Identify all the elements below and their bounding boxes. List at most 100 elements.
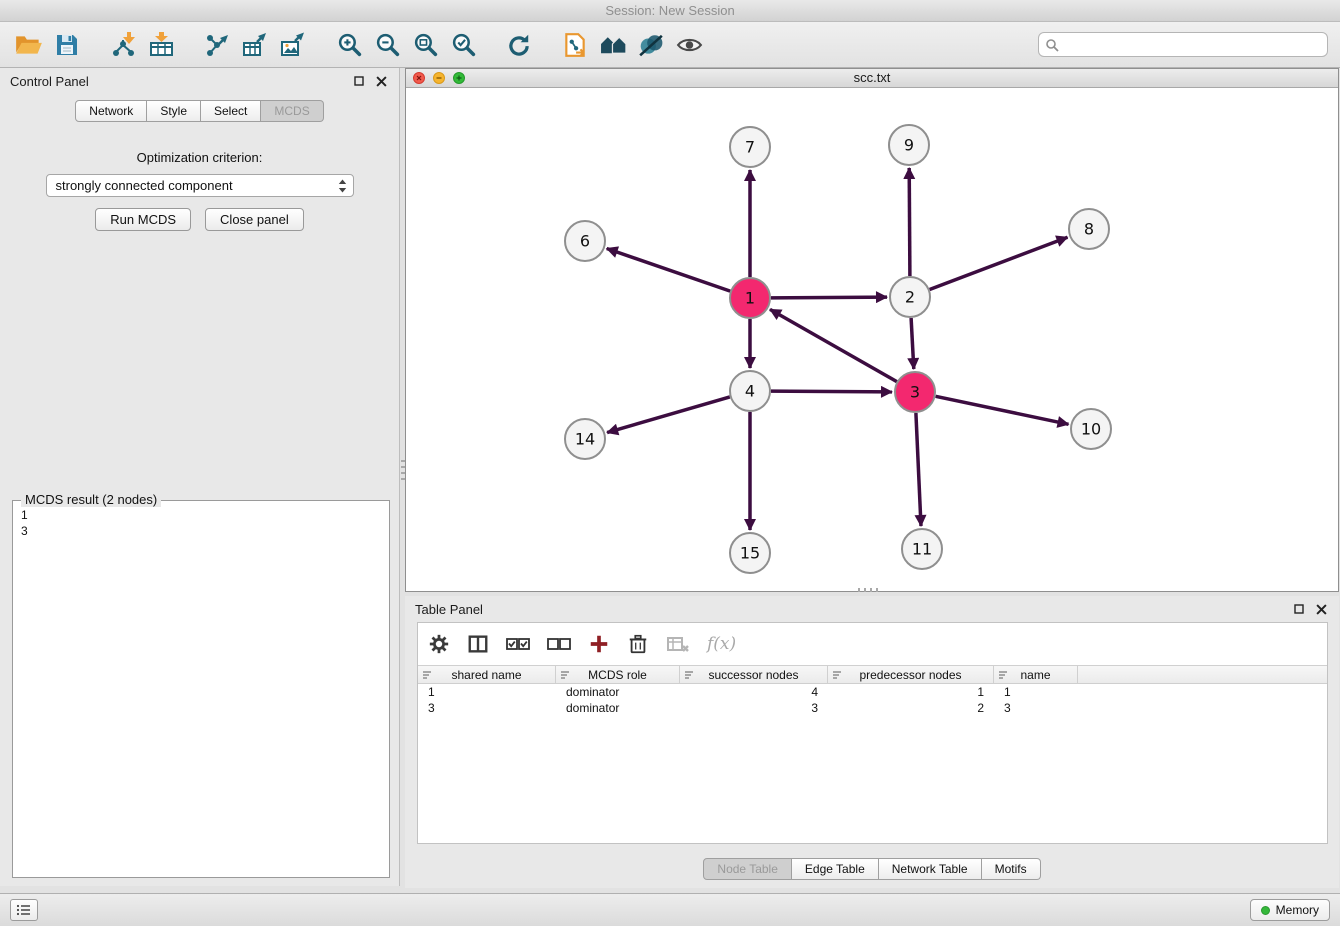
table-cell: 3	[680, 700, 828, 716]
delete-column-button[interactable]	[627, 633, 649, 655]
run-mcds-button[interactable]: Run MCDS	[95, 208, 191, 231]
tab-network-table[interactable]: Network Table	[879, 858, 982, 880]
close-panel-button-cp[interactable]: Close panel	[205, 208, 304, 231]
float-table-panel-button[interactable]	[1291, 601, 1307, 617]
column-header-name[interactable]: name	[994, 666, 1078, 683]
tab-select[interactable]: Select	[201, 100, 261, 122]
list-icon	[16, 903, 32, 917]
close-table-panel-button[interactable]	[1313, 601, 1329, 617]
control-panel: Control Panel NetworkStyleSelectMCDS Opt…	[0, 68, 400, 886]
vertical-splitter-handle[interactable]	[401, 460, 405, 480]
network-view-window: scc.txt 7968124314101511	[405, 68, 1339, 592]
node-label-15: 15	[740, 544, 760, 563]
main-toolbar	[0, 22, 1340, 68]
network-window-titlebar[interactable]: scc.txt	[406, 69, 1338, 88]
tab-motifs[interactable]: Motifs	[982, 858, 1041, 880]
tab-mcds[interactable]: MCDS	[261, 100, 323, 122]
add-column-button[interactable]	[588, 633, 610, 655]
horizontal-splitter-handle[interactable]	[858, 588, 878, 592]
mcds-result-line: 3	[21, 523, 381, 539]
table-tabs: Node TableEdge TableNetwork TableMotifs	[405, 858, 1339, 880]
edge-1-2[interactable]	[771, 297, 887, 298]
task-history-button[interactable]	[10, 899, 38, 921]
export-network-button[interactable]	[198, 26, 236, 64]
save-session-button[interactable]	[48, 26, 86, 64]
memory-button[interactable]: Memory	[1250, 899, 1330, 921]
edge-1-6[interactable]	[607, 249, 731, 292]
window-zoom-icon[interactable]	[453, 72, 465, 84]
node-label-7: 7	[745, 138, 755, 157]
open-session-button[interactable]	[10, 26, 48, 64]
import-network-button[interactable]	[104, 26, 142, 64]
column-header-shared-name[interactable]: shared name	[418, 666, 556, 683]
zoom-fit-button[interactable]	[406, 26, 444, 64]
gear-icon	[428, 633, 450, 655]
network-canvas[interactable]: 7968124314101511	[406, 89, 1338, 591]
zoom-selected-button[interactable]	[444, 26, 482, 64]
table-cell: 1	[994, 684, 1078, 700]
show-hide-button[interactable]	[670, 26, 708, 64]
export-table-button[interactable]	[236, 26, 274, 64]
deselect-all-columns-button[interactable]	[547, 633, 571, 655]
eye-icon	[676, 33, 703, 57]
status-bar: Memory	[0, 893, 1340, 926]
edge-3-11[interactable]	[916, 413, 921, 526]
window-close-icon[interactable]	[413, 72, 425, 84]
tab-style[interactable]: Style	[147, 100, 201, 122]
export-image-icon	[280, 32, 306, 58]
tab-network[interactable]: Network	[75, 100, 147, 122]
close-panel-button[interactable]	[373, 73, 389, 89]
network-graph: 7968124314101511	[406, 89, 1338, 591]
node-label-1: 1	[745, 289, 755, 308]
table-body: 1dominator4113dominator323	[418, 684, 1327, 716]
float-panel-button[interactable]	[351, 73, 367, 89]
tab-edge-table[interactable]: Edge Table	[792, 858, 879, 880]
edge-3-10[interactable]	[936, 396, 1069, 424]
export-image-button[interactable]	[274, 26, 312, 64]
node-label-6: 6	[580, 232, 590, 251]
search-input[interactable]	[1063, 37, 1321, 52]
apply-function-button[interactable]: f(x)	[707, 634, 736, 654]
mcds-result-line: 1	[21, 507, 381, 523]
edge-2-8[interactable]	[930, 237, 1068, 289]
edge-2-3[interactable]	[911, 318, 914, 369]
table-settings-button[interactable]	[428, 633, 450, 655]
minimize-glyph	[436, 75, 442, 81]
network-window-title: scc.txt	[854, 70, 891, 85]
close-x-glyph	[416, 75, 422, 81]
table-header-row: shared nameMCDS rolesuccessor nodesprede…	[418, 665, 1327, 684]
column-header-predecessor-nodes[interactable]: predecessor nodes	[828, 666, 994, 683]
column-header-successor-nodes[interactable]: successor nodes	[680, 666, 828, 683]
mcds-result-text[interactable]: 13	[15, 503, 387, 875]
toggle-column-panel-button[interactable]	[467, 633, 489, 655]
column-header-MCDS-role[interactable]: MCDS role	[556, 666, 680, 683]
column-sort-icon	[422, 670, 432, 680]
edge-4-3[interactable]	[771, 391, 892, 392]
column-sort-icon	[832, 670, 842, 680]
node-label-14: 14	[575, 430, 595, 449]
edge-4-14[interactable]	[607, 397, 730, 433]
zoom-in-icon	[337, 32, 362, 57]
clone-network-button[interactable]	[556, 26, 594, 64]
apply-style-button[interactable]	[632, 26, 670, 64]
node-label-3: 3	[910, 383, 920, 402]
optimization-criterion-select[interactable]: strongly connected component	[46, 174, 354, 197]
unchecked-boxes-icon	[547, 633, 571, 655]
edge-3-1[interactable]	[770, 309, 897, 381]
window-minimize-icon[interactable]	[433, 72, 445, 84]
table-row[interactable]: 1dominator411	[418, 684, 1327, 700]
delete-table-button[interactable]	[666, 633, 690, 655]
table-panel-title: Table Panel	[415, 602, 483, 617]
zoom-out-button[interactable]	[368, 26, 406, 64]
table-cell: dominator	[556, 684, 680, 700]
tab-node-table[interactable]: Node Table	[703, 858, 792, 880]
select-all-columns-button[interactable]	[506, 633, 530, 655]
toolbar-search[interactable]	[1038, 32, 1328, 57]
edge-2-9[interactable]	[909, 168, 910, 276]
table-cell: 3	[418, 700, 556, 716]
zoom-in-button[interactable]	[330, 26, 368, 64]
import-table-button[interactable]	[142, 26, 180, 64]
table-row[interactable]: 3dominator323	[418, 700, 1327, 716]
refresh-button[interactable]	[500, 26, 538, 64]
first-neighbors-button[interactable]	[594, 26, 632, 64]
